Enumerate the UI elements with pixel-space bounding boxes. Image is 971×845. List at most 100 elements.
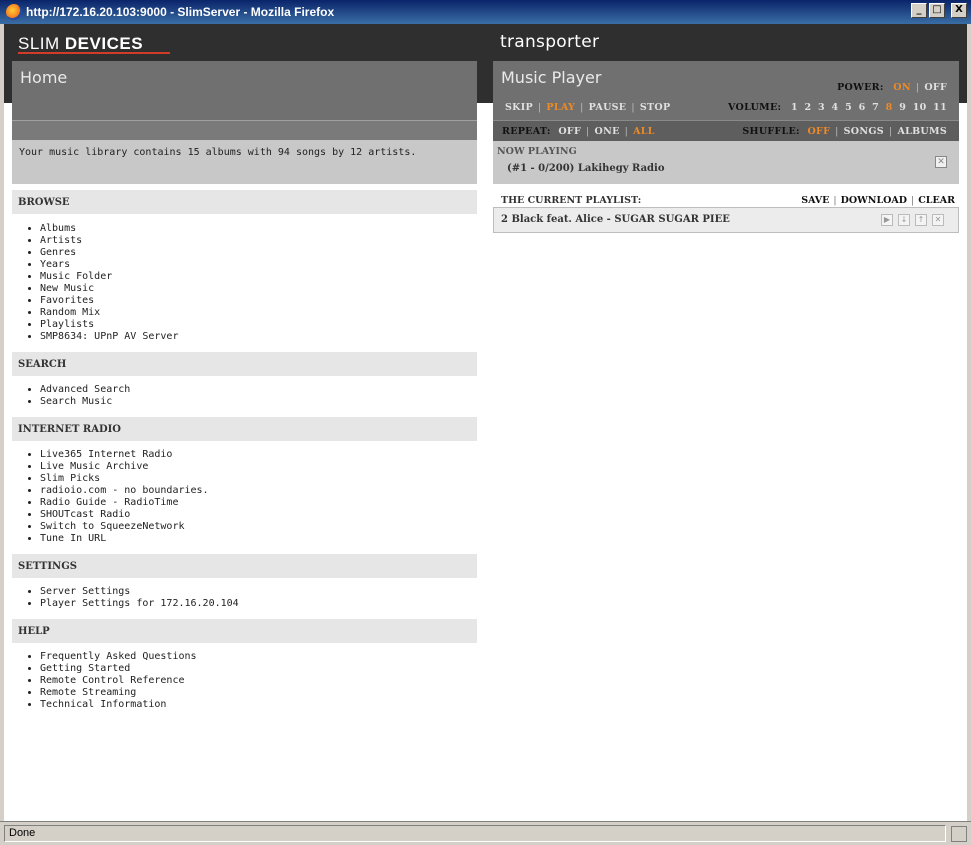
slim-devices-logo[interactable]: SLIM DEVICES [18, 34, 143, 54]
window-frame-right [967, 24, 971, 821]
browse-link-artists[interactable]: Artists [40, 235, 178, 247]
logo-text-bold: DEVICES [64, 34, 144, 53]
resize-grip-icon[interactable] [951, 826, 967, 842]
browse-heading: BROWSE [12, 190, 477, 214]
help-link-remote-control[interactable]: Remote Control Reference [40, 675, 197, 687]
play-button[interactable]: PLAY [546, 102, 575, 113]
browse-list: Albums Artists Genres Years Music Folder… [26, 223, 178, 343]
now-playing-label: NOW PLAYING [497, 146, 577, 157]
settings-link-player[interactable]: Player Settings for 172.16.20.104 [40, 598, 239, 610]
logo-underline [18, 52, 170, 54]
volume-level-5[interactable]: 5 [845, 102, 852, 113]
shuffle-off-button[interactable]: OFF [807, 126, 830, 137]
window-controls: _ □ X [911, 3, 967, 18]
volume-level-11[interactable]: 11 [933, 102, 947, 113]
shuffle-label: SHUFFLE: [742, 126, 800, 137]
volume-level-3[interactable]: 3 [818, 102, 825, 113]
playlist-item-actions: ▶ ↓ ↑ ✕ [881, 214, 944, 226]
radio-link-slim-picks[interactable]: Slim Picks [40, 473, 209, 485]
volume-level-4[interactable]: 4 [832, 102, 839, 113]
radio-link-radioio[interactable]: radioio.com - no boundaries. [40, 485, 209, 497]
browse-link-genres[interactable]: Genres [40, 247, 178, 259]
page-title: Home [20, 68, 68, 87]
browse-link-albums[interactable]: Albums [40, 223, 178, 235]
stop-button[interactable]: STOP [640, 102, 671, 113]
help-link-remote-streaming[interactable]: Remote Streaming [40, 687, 197, 699]
playlist-actions: SAVE | DOWNLOAD | CLEAR [801, 195, 955, 206]
volume-level-2[interactable]: 2 [804, 102, 811, 113]
power-control: POWER: ON | OFF [837, 82, 947, 93]
window-title: http://172.16.20.103:9000 - SlimServer -… [26, 5, 335, 19]
download-playlist-button[interactable]: DOWNLOAD [841, 195, 907, 206]
repeat-off-button[interactable]: OFF [558, 126, 581, 137]
volume-level-9[interactable]: 9 [899, 102, 906, 113]
browse-link-upnp-server[interactable]: SMP8634: UPnP AV Server [40, 331, 178, 343]
maximize-button[interactable]: □ [929, 3, 945, 18]
firefox-icon [6, 4, 22, 20]
search-list: Advanced Search Search Music [26, 384, 130, 408]
volume-label: VOLUME: [728, 102, 782, 113]
library-summary: Your music library contains 15 albums wi… [12, 140, 477, 184]
close-button[interactable]: X [951, 3, 967, 18]
page-content: SLIM DEVICES transporter Home Your music… [4, 24, 967, 821]
player-title: Music Player [501, 68, 602, 87]
remove-icon[interactable]: ✕ [932, 214, 944, 226]
help-heading: HELP [12, 619, 477, 643]
browse-link-new-music[interactable]: New Music [40, 283, 178, 295]
move-up-icon[interactable]: ↑ [915, 214, 927, 226]
shuffle-albums-button[interactable]: ALBUMS [897, 126, 947, 137]
browse-link-music-folder[interactable]: Music Folder [40, 271, 178, 283]
radio-link-shoutcast[interactable]: SHOUTcast Radio [40, 509, 209, 521]
playlist-item[interactable]: 2 Black feat. Alice - SUGAR SUGAR PIEE ▶… [493, 207, 959, 233]
radio-link-tune-in-url[interactable]: Tune In URL [40, 533, 209, 545]
status-text: Done [4, 825, 946, 842]
search-link-advanced[interactable]: Advanced Search [40, 384, 130, 396]
home-header: Home [12, 61, 477, 120]
skip-button[interactable]: SKIP [505, 102, 533, 113]
search-heading: SEARCH [12, 352, 477, 376]
power-off-button[interactable]: OFF [924, 82, 947, 93]
volume-level-8[interactable]: 8 [886, 102, 893, 113]
clear-playlist-button[interactable]: CLEAR [918, 195, 955, 206]
home-subheader [12, 120, 477, 140]
volume-level-1[interactable]: 1 [791, 102, 798, 113]
repeat-all-button[interactable]: ALL [633, 126, 655, 137]
browse-link-favorites[interactable]: Favorites [40, 295, 178, 307]
play-icon[interactable]: ▶ [881, 214, 893, 226]
repeat-one-button[interactable]: ONE [595, 126, 620, 137]
logo-text-light: SLIM [18, 34, 65, 53]
radio-link-live-music-archive[interactable]: Live Music Archive [40, 461, 209, 473]
player-modes-bar: REPEAT: OFF | ONE | ALL SHUFFLE: OFF | SONGS | A… [493, 120, 959, 141]
help-link-technical-info[interactable]: Technical Information [40, 699, 197, 711]
window-titlebar: http://172.16.20.103:9000 - SlimServer -… [0, 0, 971, 24]
radio-link-squeezenetwork[interactable]: Switch to SqueezeNetwork [40, 521, 209, 533]
browse-link-random-mix[interactable]: Random Mix [40, 307, 178, 319]
settings-link-server[interactable]: Server Settings [40, 586, 239, 598]
power-label: POWER: [837, 82, 884, 93]
shuffle-songs-button[interactable]: SONGS [844, 126, 884, 137]
now-playing-track[interactable]: (#1 - 0/200) Lakihegy Radio [507, 163, 665, 174]
volume-level-6[interactable]: 6 [859, 102, 866, 113]
settings-heading: SETTINGS [12, 554, 477, 578]
radio-link-live365[interactable]: Live365 Internet Radio [40, 449, 209, 461]
playlist-item-title[interactable]: 2 Black feat. Alice - SUGAR SUGAR PIEE [501, 214, 730, 225]
browse-link-years[interactable]: Years [40, 259, 178, 271]
power-on-button[interactable]: ON [893, 82, 911, 93]
radio-link-radiotime[interactable]: Radio Guide - RadioTime [40, 497, 209, 509]
move-down-icon[interactable]: ↓ [898, 214, 910, 226]
now-playing-panel: NOW PLAYING (#1 - 0/200) Lakihegy Radio … [493, 141, 959, 184]
search-link-music[interactable]: Search Music [40, 396, 130, 408]
help-link-getting-started[interactable]: Getting Started [40, 663, 197, 675]
pause-button[interactable]: PAUSE [589, 102, 627, 113]
internet-radio-list: Live365 Internet Radio Live Music Archiv… [26, 449, 209, 545]
close-icon[interactable]: ✕ [935, 156, 947, 168]
minimize-button[interactable]: _ [911, 3, 927, 18]
volume-level-10[interactable]: 10 [913, 102, 927, 113]
volume-level-7[interactable]: 7 [872, 102, 879, 113]
browse-link-playlists[interactable]: Playlists [40, 319, 178, 331]
help-link-faq[interactable]: Frequently Asked Questions [40, 651, 197, 663]
player-header: Music Player POWER: ON | OFF SKIP | PLAY | PAU… [493, 61, 959, 120]
transport-controls: SKIP | PLAY | PAUSE | STOP [505, 102, 671, 113]
save-playlist-button[interactable]: SAVE [801, 195, 829, 206]
volume-control: VOLUME: 1 2 3 4 5 6 7 8 9 10 11 [728, 102, 947, 113]
